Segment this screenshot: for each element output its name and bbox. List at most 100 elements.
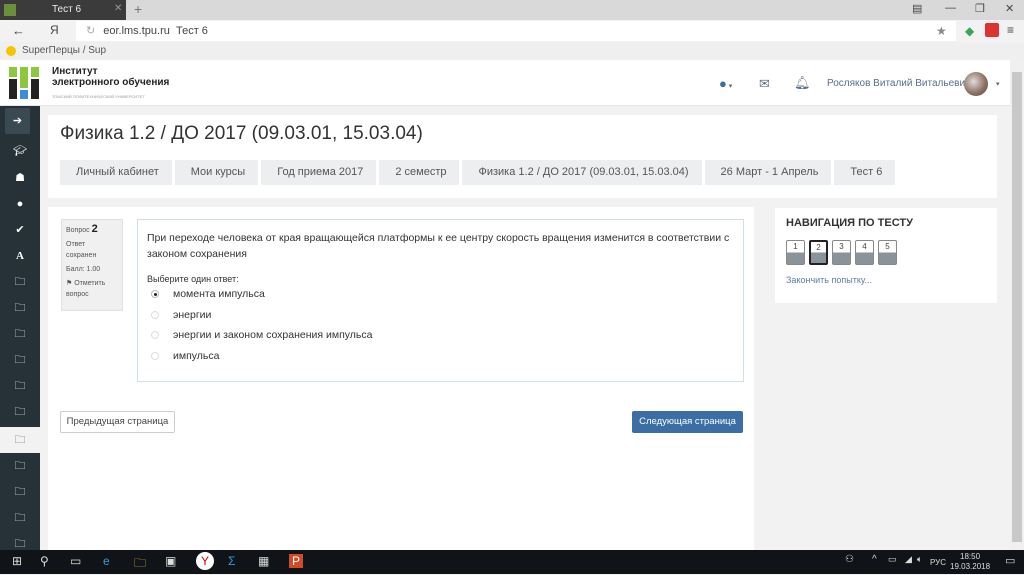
answer-prompt: Выберите один ответ: <box>147 274 239 284</box>
pdf-extension-icon[interactable] <box>985 23 999 37</box>
sidebar-folder-icon[interactable]: 🗀︎ <box>0 399 40 425</box>
app-icon[interactable]: ▦ <box>258 554 269 568</box>
edge-icon[interactable]: e <box>103 554 110 568</box>
bookmark-link[interactable]: SuperПерцы / Sup <box>22 45 106 56</box>
breadcrumb-item[interactable]: Личный кабинет <box>60 160 172 185</box>
clock[interactable]: 18:50 19.03.2018 <box>950 552 990 572</box>
tray-chevron-icon[interactable]: ^ <box>872 554 877 565</box>
sidebar-grades-icon[interactable]: A <box>0 243 40 269</box>
action-center-icon[interactable]: ▭ <box>1005 554 1015 567</box>
sidebar-folder-icon[interactable]: 🗀︎ <box>0 295 40 321</box>
close-window-button[interactable]: ✕ <box>1005 2 1014 15</box>
bookmark-star-icon[interactable]: ★ <box>936 24 947 38</box>
explorer-icon[interactable]: 🗀︎ <box>134 554 146 575</box>
question-score: Балл: 1.00 <box>66 266 101 273</box>
radio[interactable] <box>151 351 159 360</box>
radio-selected[interactable] <box>151 290 159 299</box>
breadcrumb-item[interactable]: Год приема 2017 <box>261 160 377 185</box>
close-tab-icon[interactable]: ✕ <box>114 3 122 14</box>
new-tab-button[interactable]: + <box>134 1 142 17</box>
brand-name: Институт электронного обучения <box>52 66 170 88</box>
minimize-button[interactable]: — <box>945 2 956 14</box>
yandex-icon[interactable]: Я <box>50 23 59 37</box>
radio[interactable] <box>151 331 159 340</box>
question-number: 2 <box>91 223 98 235</box>
tab-title: Тест 6 <box>52 4 82 15</box>
taskbar: ⊞ ⚲ ▭ e 🗀︎ ▣ Y Σ ▦ P ⚇ ^ ▭ ◢ 🔈︎ ▭ <box>0 550 1024 574</box>
sidebar-folder-icon[interactable]: 🗀︎ <box>0 453 40 479</box>
people-icon[interactable]: ⚇ <box>845 554 854 565</box>
bookmarks-bar: SuperПерцы / Sup <box>0 42 1024 60</box>
search-icon[interactable]: ⚲ <box>40 554 49 568</box>
answer-option[interactable]: энергии и законом сохранения импульса <box>147 325 734 346</box>
sidebar-folder-icon[interactable]: 🗀︎ <box>0 427 40 453</box>
breadcrumb-item[interactable]: Мои курсы <box>174 160 259 185</box>
radio[interactable] <box>151 310 159 319</box>
breadcrumb-item[interactable]: 26 Март - 1 Апрель <box>704 160 832 185</box>
browser-tab-bar <box>0 0 1024 20</box>
avatar[interactable] <box>964 72 988 96</box>
sigma-app-icon[interactable]: Σ <box>228 554 235 568</box>
answer-option[interactable]: момента импульса <box>147 284 734 305</box>
wifi-icon[interactable]: ◢ <box>905 554 912 565</box>
sidebar-folder-icon[interactable]: 🗀︎ <box>0 479 40 505</box>
sidebar-badges-icon[interactable]: ● <box>0 191 40 217</box>
reload-icon[interactable]: ↻ <box>86 25 95 37</box>
language-globe-icon[interactable]: ● ▾ <box>719 76 732 91</box>
quiz-page-button[interactable]: 4 <box>855 240 874 265</box>
battery-icon[interactable]: ▭ <box>888 554 897 565</box>
browser-tab[interactable]: Тест 6 ✕ <box>0 0 126 20</box>
sidebar-participants-icon[interactable]: ☗ <box>0 165 40 191</box>
scrollbar[interactable] <box>1010 60 1024 550</box>
quiz-page-button[interactable]: 1 <box>786 240 805 265</box>
quiz-page-button[interactable]: 3 <box>832 240 851 265</box>
site-logo[interactable] <box>9 67 39 99</box>
flag-icon: ⚑ <box>66 280 75 287</box>
finish-attempt-link[interactable]: Закончить попытку... <box>786 275 986 285</box>
sidebar-folder-icon[interactable]: 🗀︎ <box>0 347 40 373</box>
user-name[interactable]: Росляков Виталий Витальевич <box>827 78 970 89</box>
back-icon[interactable]: ← <box>12 23 25 38</box>
brand-subtitle: ТОМСКИЙ ПОЛИТЕХНИЧЕСКИЙ УНИВЕРСИТЕТ <box>52 94 145 99</box>
sidebar-toggle-icon[interactable]: ➔ <box>5 108 30 134</box>
sidebar-folder-icon[interactable]: 🗀︎ <box>0 269 40 295</box>
notifications-bell-icon[interactable]: 🔔︎ <box>794 75 811 91</box>
maximize-button[interactable]: ❐ <box>975 2 985 15</box>
sidebar-courses-icon[interactable]: 🎓︎ <box>0 138 40 164</box>
favicon-icon <box>4 4 16 16</box>
breadcrumb-item[interactable]: Физика 1.2 / ДО 2017 (09.03.01, 15.03.04… <box>462 160 702 185</box>
url-title: Тест 6 <box>175 25 208 37</box>
quiz-page-button-current[interactable]: 2 <box>809 240 828 265</box>
quiz-page-button[interactable]: 5 <box>878 240 897 265</box>
messages-icon[interactable]: ✉ <box>759 76 770 92</box>
breadcrumb-item[interactable]: Тест 6 <box>834 160 896 185</box>
flag-question-button[interactable]: ⚑ Отметить вопрос <box>66 278 118 300</box>
store-icon[interactable]: ▣ <box>165 554 176 568</box>
question-label: Вопрос <box>66 227 90 234</box>
start-icon[interactable]: ⊞ <box>12 554 22 568</box>
powerpoint-icon[interactable]: P <box>289 554 304 568</box>
user-menu-chevron-icon[interactable]: ▾ <box>996 80 1000 88</box>
menu-icon[interactable]: ≡ <box>1007 23 1014 37</box>
scrollbar-thumb[interactable] <box>1012 72 1022 542</box>
breadcrumb: Личный кабинет Мои курсы Год приема 2017… <box>60 160 898 185</box>
previous-page-button[interactable]: Предыдущая страница <box>60 411 175 433</box>
sidebar-folder-icon[interactable]: 🗀︎ <box>0 321 40 347</box>
breadcrumb-item[interactable]: 2 семестр <box>379 160 460 185</box>
option-label: импульса <box>173 349 220 362</box>
volume-icon[interactable]: 🔈︎ <box>917 554 922 565</box>
answer-option[interactable]: импульса <box>147 346 734 367</box>
url-input[interactable]: ↻ eor.lms.tpu.ru Тест 6 <box>76 21 956 41</box>
sidebar-competencies-icon[interactable]: ✔ <box>0 217 40 243</box>
sidebar: ➔ 🎓︎ ☗ ● ✔ A 🗀︎ 🗀︎ 🗀︎ 🗀︎ 🗀︎ 🗀︎ 🗀︎ 🗀︎ 🗀︎ … <box>0 106 40 550</box>
protect-icon[interactable]: ◆ <box>965 24 974 38</box>
next-page-button[interactable]: Следующая страница <box>632 411 743 433</box>
option-label: момента импульса <box>173 288 265 301</box>
answer-option[interactable]: энергии <box>147 305 734 326</box>
yandex-browser-icon[interactable]: Y <box>196 552 214 570</box>
tabs-menu-icon[interactable]: ▤ <box>912 2 922 15</box>
task-view-icon[interactable]: ▭ <box>70 554 81 568</box>
sidebar-folder-icon[interactable]: 🗀︎ <box>0 505 40 531</box>
input-language[interactable]: РУС <box>930 558 946 567</box>
sidebar-folder-icon[interactable]: 🗀︎ <box>0 373 40 399</box>
